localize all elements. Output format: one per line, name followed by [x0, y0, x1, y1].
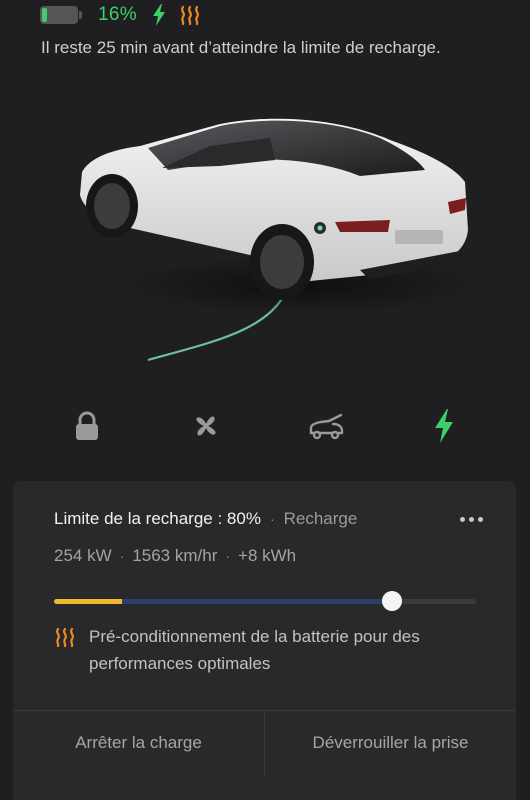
action-buttons: Arrêter la charge Déverrouiller la prise	[13, 710, 516, 775]
lock-icon	[76, 411, 98, 440]
battery-percent: 16%	[98, 4, 137, 25]
lock-button[interactable]	[63, 402, 111, 450]
charging-bolt-icon	[435, 409, 453, 443]
climate-button[interactable]	[182, 402, 230, 450]
unlock-charge-port-button[interactable]: Déverrouiller la prise	[264, 711, 516, 775]
charging-stats: 254 kW · 1563 km/hr · +8 kWh	[54, 546, 297, 565]
charging-status: 16%	[40, 4, 201, 26]
battery-icon	[40, 5, 84, 25]
stop-charging-button[interactable]: Arrêter la charge	[13, 711, 264, 775]
charging-bolt-icon	[152, 4, 165, 26]
battery-heating-icon	[180, 5, 199, 26]
trunk-button[interactable]	[302, 402, 350, 450]
quick-controls	[0, 402, 530, 450]
time-to-limit-message: Il reste 25 min avant d’atteindre la lim…	[41, 38, 441, 57]
trunk-icon	[309, 413, 344, 440]
fan-icon	[196, 416, 216, 436]
charging-state-label: Recharge	[283, 509, 358, 528]
preconditioning-text: Pré-conditionnement de la batterie pour …	[89, 627, 420, 673]
preconditioning-notice: Pré-conditionnement de la batterie pour …	[54, 623, 494, 677]
battery-heating-icon	[56, 627, 74, 648]
more-options-button[interactable]	[456, 505, 486, 533]
charge-limit-row: Limite de la recharge : 80% · Recharge	[54, 507, 486, 531]
current-charge-bar	[54, 599, 122, 604]
separator-dot: ·	[269, 511, 275, 527]
charging-button[interactable]	[420, 402, 468, 450]
slider-thumb[interactable]	[381, 591, 402, 611]
charge-power: 254 kW	[54, 546, 112, 565]
charge-limit-slider[interactable]	[54, 591, 476, 611]
more-dots-icon	[459, 516, 465, 522]
charge-rate: 1563 km/hr	[132, 546, 218, 565]
charge-limit-label: Limite de la recharge : 80%	[54, 509, 261, 528]
car-image	[80, 118, 480, 362]
energy-added: +8 kWh	[238, 546, 297, 565]
charge-panel: Limite de la recharge : 80% · Recharge 2…	[13, 481, 516, 800]
